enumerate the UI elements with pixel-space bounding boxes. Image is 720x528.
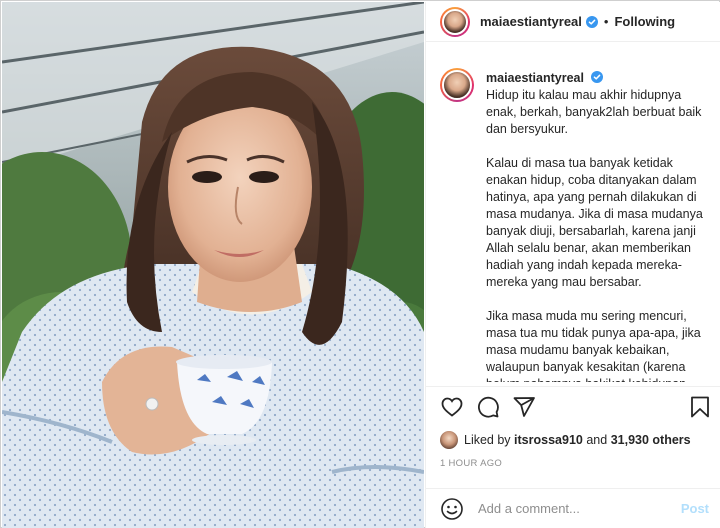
liker-avatar[interactable] [440,431,458,449]
caption-paragraph-3: Jika masa muda mu sering mencuri, masa t… [486,309,701,382]
post-photo[interactable] [2,2,424,528]
caption-username[interactable]: maiaestiantyreal [486,71,584,85]
caption-body: maiaestiantyreal Hidup itu kalau mau akh… [486,60,715,382]
following-button[interactable]: Following [614,14,675,29]
caption: maiaestiantyreal Hidup itu kalau mau akh… [426,60,720,382]
comment-icon[interactable] [476,395,500,419]
post-header: maiaestiantyreal • Following [426,2,720,42]
action-bar [426,386,720,426]
caption-paragraph-2: Kalau di masa tua banyak ketidak enakan … [486,156,703,289]
post-details-panel: maiaestiantyreal • Following maiaestiant… [425,2,720,528]
comment-bar: Add a comment... Post [426,488,720,528]
caption-avatar[interactable] [440,68,474,102]
heart-icon[interactable] [440,395,464,419]
post-comment-button[interactable]: Post [681,501,709,516]
bookmark-icon[interactable] [688,395,712,419]
author-username[interactable]: maiaestiantyreal [480,14,582,29]
emoji-icon[interactable] [440,497,464,521]
likes-connector: and [586,433,608,447]
verified-badge-icon [591,71,604,83]
post-timestamp[interactable]: 1 HOUR AGO [440,458,502,469]
likes-others-link[interactable]: 31,930 others [611,433,691,447]
likes-summary: Liked by itsrossa910 and 31,930 others [440,430,691,450]
liker-username[interactable]: itsrossa910 [514,433,583,447]
verified-badge-icon [585,15,598,28]
likes-prefix: Liked by [464,433,511,447]
share-icon[interactable] [512,395,536,419]
header-separator: • [603,14,609,29]
caption-paragraph-1: Hidup itu kalau mau akhir hidupnya enak,… [486,88,702,136]
photo-illustration [2,2,424,528]
author-avatar[interactable] [440,6,470,37]
comment-input[interactable]: Add a comment... [478,501,681,516]
post-dialog: maiaestiantyreal • Following maiaestiant… [0,0,720,528]
caption-scroll-area[interactable]: maiaestiantyreal Hidup itu kalau mau akh… [426,60,720,382]
